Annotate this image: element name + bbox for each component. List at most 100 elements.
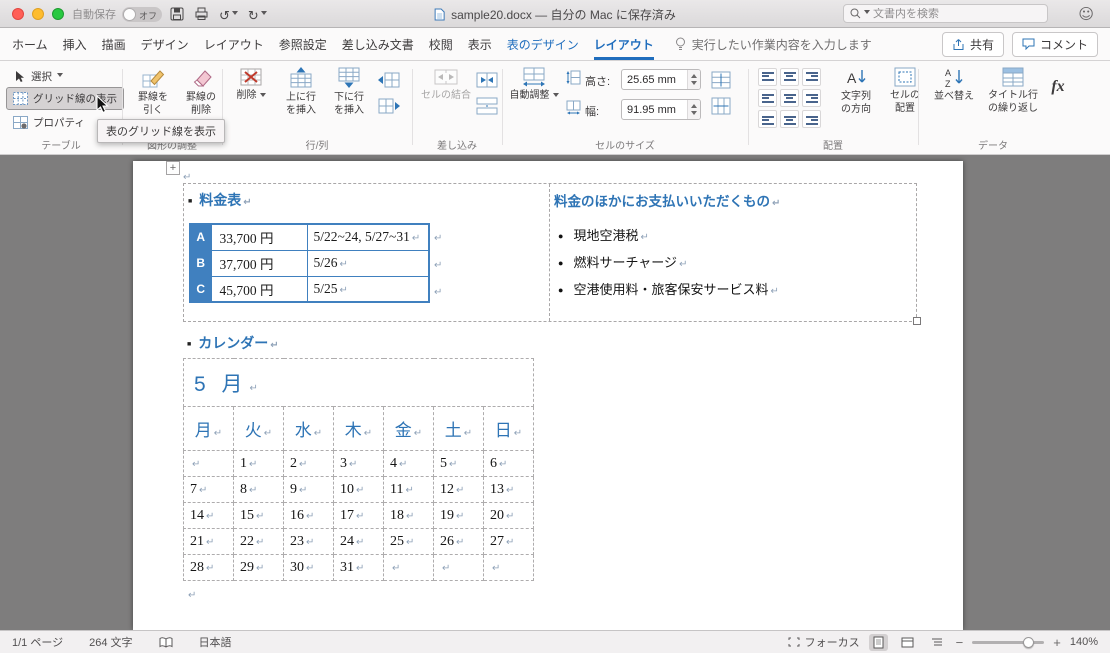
column-width-spinner[interactable] [621, 99, 701, 120]
column-width-stepper[interactable] [687, 100, 700, 119]
autofit-button[interactable]: 自動調整 [508, 65, 560, 103]
row-height-stepper[interactable] [687, 70, 700, 89]
calendar-week-row[interactable]: 28 29 30 31 [183, 554, 534, 581]
web-layout-view-button[interactable] [897, 635, 918, 650]
calendar-week-row[interactable]: 7 8 9 10 11 12 13 [183, 476, 534, 503]
insert-left-button[interactable] [376, 68, 402, 92]
zoom-out-button[interactable] [956, 635, 964, 650]
align-center-left-button[interactable] [758, 89, 777, 107]
feedback-smiley-button[interactable] [1078, 5, 1094, 24]
autosave-toggle[interactable]: オフ [122, 6, 162, 22]
word-count[interactable]: 264 文字 [89, 634, 132, 650]
calendar-week-row[interactable]: 14 15 16 17 18 19 20 [183, 502, 534, 529]
tab-references[interactable]: 参照設定 [279, 28, 327, 60]
tell-me-box[interactable]: 実行したい作業内容を入力します [675, 28, 872, 60]
calendar-month-cell[interactable]: 5 月 [183, 358, 534, 407]
weekday-cell[interactable]: 土 [433, 406, 484, 451]
calendar-week-row[interactable]: 21 22 23 24 25 26 27 [183, 528, 534, 555]
price-row-key[interactable]: A [189, 223, 212, 251]
weekday-cell[interactable]: 月 [183, 406, 234, 451]
date-cell[interactable]: 16 [283, 502, 334, 529]
date-cell[interactable]: 18 [383, 502, 434, 529]
tab-draw[interactable]: 描画 [102, 28, 126, 60]
share-button[interactable]: 共有 [941, 31, 1004, 57]
date-cell[interactable]: 20 [483, 502, 534, 529]
tab-home[interactable]: ホーム [12, 28, 48, 60]
row-height-input[interactable] [622, 70, 687, 89]
print-layout-view-button[interactable] [868, 633, 888, 651]
stepper-down-icon[interactable] [691, 111, 697, 118]
print-button[interactable] [194, 6, 209, 22]
insert-below-button[interactable]: 下に行 を挿入 [326, 65, 372, 117]
date-cell[interactable]: 6 [483, 450, 534, 477]
document-search-field[interactable] [843, 4, 1048, 23]
dates-cell[interactable]: 5/26 [306, 249, 430, 277]
tab-review[interactable]: 校閲 [429, 28, 453, 60]
table-properties-button[interactable]: プロパティ [6, 111, 92, 134]
eraser-button[interactable]: 罫線の 削除 [178, 65, 224, 117]
weekday-cell[interactable]: 金 [383, 406, 434, 451]
comments-button[interactable]: コメント [1011, 31, 1098, 57]
tab-layout[interactable]: レイアウト [204, 28, 264, 60]
select-button[interactable]: 選択 [6, 65, 70, 88]
calendar-month-row[interactable]: 5 月 [183, 358, 534, 407]
calendar-weekday-row[interactable]: 月 火 水 木 金 土 日 [183, 406, 534, 451]
price-table[interactable]: A 33,700 円 5/22~24, 5/27~31 B 37,700 円 5… [189, 223, 430, 303]
date-cell[interactable]: 31 [333, 554, 384, 581]
date-cell[interactable]: 13 [483, 476, 534, 503]
date-cell[interactable]: 27 [483, 528, 534, 555]
split-cells-button[interactable] [474, 68, 500, 92]
table-move-handle[interactable] [166, 161, 180, 175]
date-cell[interactable]: 9 [283, 476, 334, 503]
align-bottom-left-button[interactable] [758, 110, 777, 128]
date-cell[interactable]: 28 [183, 554, 234, 581]
table-row[interactable]: A 33,700 円 5/22~24, 5/27~31 [189, 223, 430, 251]
tab-mailings[interactable]: 差し込み文書 [342, 28, 414, 60]
tab-design[interactable]: デザイン [141, 28, 189, 60]
stepper-up-icon[interactable] [691, 101, 697, 108]
layout-table[interactable]: 料金表 A 33,700 円 5/22~24, 5/27~31 B 37,700… [183, 183, 917, 322]
sort-button[interactable]: AZ 並べ替え [928, 65, 980, 104]
proofing-status-button[interactable] [159, 636, 173, 648]
distribute-columns-button[interactable] [708, 94, 734, 118]
insert-right-button[interactable] [376, 94, 402, 118]
undo-button[interactable] [219, 6, 238, 22]
language-indicator[interactable]: 日本語 [199, 634, 232, 650]
dates-cell[interactable]: 5/22~24, 5/27~31 [306, 223, 430, 251]
window-minimize-button[interactable] [32, 8, 44, 20]
price-row-key[interactable]: C [189, 275, 212, 303]
text-direction-button[interactable]: A 文字列 の方向 [832, 65, 880, 116]
date-cell[interactable]: 29 [233, 554, 284, 581]
date-cell[interactable]: 30 [283, 554, 334, 581]
row-height-spinner[interactable] [621, 69, 701, 90]
date-cell[interactable]: 14 [183, 502, 234, 529]
tab-insert[interactable]: 挿入 [63, 28, 87, 60]
date-cell[interactable]: 22 [233, 528, 284, 555]
align-top-right-button[interactable] [802, 68, 821, 86]
document-canvas[interactable]: 料金表 A 33,700 円 5/22~24, 5/27~31 B 37,700… [0, 155, 1110, 630]
draw-table-button[interactable]: 罫線を 引く [130, 65, 176, 117]
save-button[interactable] [170, 6, 184, 22]
date-cell[interactable] [433, 554, 484, 581]
formula-button[interactable]: fx [1044, 73, 1072, 101]
view-gridlines-button[interactable]: グリッド線の表示 [6, 87, 124, 110]
date-cell[interactable]: 8 [233, 476, 284, 503]
tab-view[interactable]: 表示 [468, 28, 492, 60]
table-resize-handle[interactable] [913, 317, 921, 325]
weekday-cell[interactable]: 日 [483, 406, 534, 451]
align-top-center-button[interactable] [780, 68, 799, 86]
date-cell[interactable]: 19 [433, 502, 484, 529]
date-cell[interactable] [383, 554, 434, 581]
repeat-header-rows-button[interactable]: タイトル行 の繰り返し [984, 65, 1042, 115]
column-width-input[interactable] [622, 100, 687, 119]
price-row-key[interactable]: B [189, 249, 212, 277]
tab-table-layout[interactable]: レイアウト [593, 28, 654, 60]
page-indicator[interactable]: 1/1 ページ [12, 634, 63, 650]
date-cell[interactable]: 10 [333, 476, 384, 503]
zoom-level[interactable]: 140% [1070, 636, 1098, 648]
weekday-cell[interactable]: 水 [283, 406, 334, 451]
focus-mode-button[interactable]: フォーカス [788, 634, 860, 650]
date-cell[interactable]: 15 [233, 502, 284, 529]
align-bottom-center-button[interactable] [780, 110, 799, 128]
date-cell[interactable]: 11 [383, 476, 434, 503]
